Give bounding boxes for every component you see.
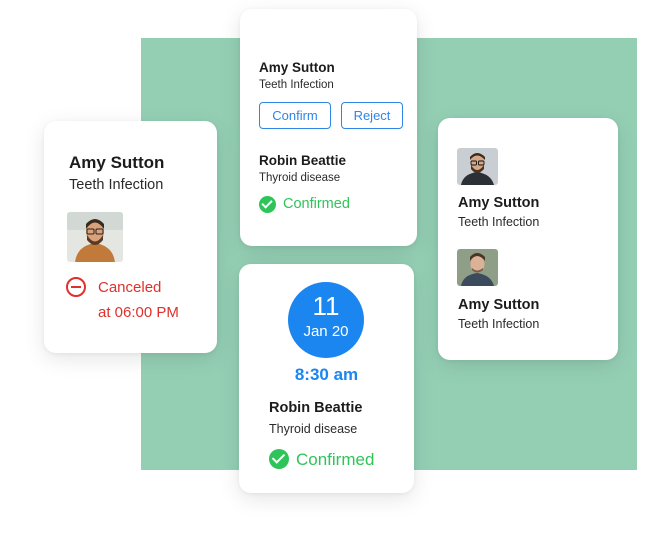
patient-condition: Teeth Infection <box>259 79 334 91</box>
appointment-time: 8:30 am <box>294 365 359 384</box>
cancel-icon <box>66 277 86 297</box>
reject-button[interactable]: Reject <box>341 102 403 129</box>
patient-name[interactable]: Amy Sutton <box>458 195 539 211</box>
patient-name: Amy Sutton <box>259 60 335 75</box>
patient-condition: Thyroid disease <box>269 422 358 436</box>
patient-condition: Teeth Infection <box>458 317 540 331</box>
patient-name: Amy Sutton <box>69 153 165 172</box>
avatar[interactable] <box>457 148 498 185</box>
canceled-label: Canceled <box>98 279 162 296</box>
check-circle-icon <box>269 449 289 469</box>
date-day: 11 <box>312 291 340 321</box>
appointment-request-card: Amy Sutton Teeth Infection Confirm Rejec… <box>240 9 417 246</box>
date-badge: 11 Jan 20 <box>288 282 364 358</box>
confirm-button[interactable]: Confirm <box>259 102 331 129</box>
date-month: Jan 20 <box>303 323 349 340</box>
patient-condition: Thyroid disease <box>259 172 341 184</box>
canceled-status: Canceled at 06:00 PM <box>98 275 179 325</box>
patient-name: Robin Beattie <box>269 400 363 416</box>
avatar[interactable] <box>457 249 498 286</box>
patient-name[interactable]: Amy Sutton <box>458 297 539 313</box>
canceled-appointment-card[interactable]: Amy Sutton Teeth Infection Canceled at 0… <box>44 121 217 353</box>
confirmed-status: Confirmed <box>283 196 350 212</box>
patient-list-card: Amy Sutton Teeth Infection Amy Sutton Te… <box>438 118 618 360</box>
patient-condition: Teeth Infection <box>69 177 164 193</box>
patient-condition: Teeth Infection <box>458 215 540 229</box>
scheduled-appointment-card[interactable]: 11 Jan 20 8:30 am Robin Beattie Thyroid … <box>239 264 414 493</box>
confirmed-status: Confirmed <box>296 450 375 469</box>
patient-name: Robin Beattie <box>259 153 347 168</box>
canceled-time: at 06:00 PM <box>98 304 179 321</box>
avatar <box>67 212 123 262</box>
check-circle-icon <box>259 196 276 213</box>
